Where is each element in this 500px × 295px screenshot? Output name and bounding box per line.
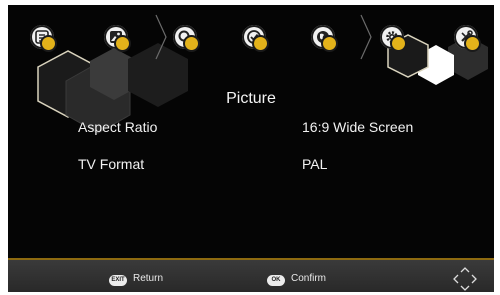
direction-pad-icon xyxy=(453,267,477,291)
tab-accent-dot xyxy=(390,35,407,52)
tab-separator xyxy=(155,14,167,60)
page-title: Picture xyxy=(226,90,276,107)
tab-tools[interactable] xyxy=(454,25,481,52)
aspect-ratio-label[interactable]: Aspect Ratio xyxy=(78,119,157,135)
tv-format-label[interactable]: TV Format xyxy=(78,156,144,172)
tab-accent-dot xyxy=(40,35,57,52)
tab-language[interactable] xyxy=(311,25,338,52)
tab-accent-dot xyxy=(464,35,481,52)
tab-picture[interactable] xyxy=(104,25,131,52)
confirm-hint: Confirm xyxy=(291,273,327,284)
exit-key-icon: EXIT xyxy=(109,275,127,286)
aspect-ratio-value[interactable]: 16:9 Wide Screen xyxy=(302,119,413,135)
tab-accent-dot xyxy=(252,35,269,52)
tab-time[interactable] xyxy=(242,25,269,52)
tv-format-value[interactable]: PAL xyxy=(302,156,327,172)
ok-key-icon: OK xyxy=(267,275,285,286)
tab-accent-dot xyxy=(321,35,338,52)
tab-accent-dot xyxy=(114,35,131,52)
tab-separator xyxy=(360,14,372,60)
tab-channel-list[interactable] xyxy=(30,25,57,52)
footer-bar: EXIT Return OK Confirm xyxy=(8,258,494,292)
tab-search[interactable] xyxy=(173,25,200,52)
return-hint: Return xyxy=(133,273,164,284)
tab-accent-dot xyxy=(183,35,200,52)
tv-screen: Picture Aspect Ratio 16:9 Wide Screen TV… xyxy=(8,5,494,292)
tab-system[interactable] xyxy=(380,25,407,52)
